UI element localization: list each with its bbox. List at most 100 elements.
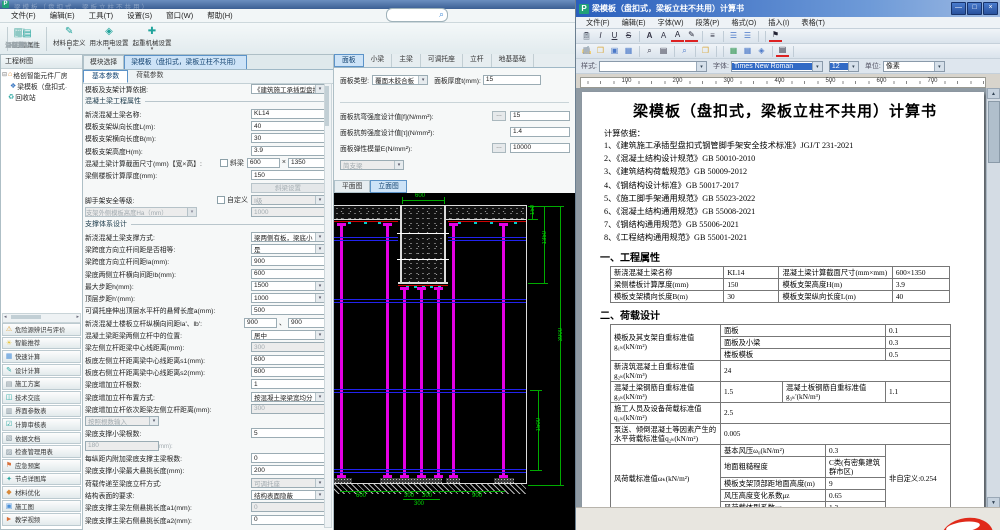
standard-toolbar-icon[interactable]: ▤	[776, 45, 789, 57]
field-input[interactable]: 0▾	[251, 515, 325, 525]
font-size-select[interactable]: 12▾	[829, 61, 859, 72]
field-checkbox[interactable]: 自定义	[217, 195, 248, 205]
menu-item[interactable]: 编辑(E)	[43, 10, 82, 21]
standard-toolbar-icon[interactable]: ⌕	[678, 45, 691, 57]
doc-menu-item[interactable]: 插入(I)	[762, 18, 795, 28]
format-toolbar-icon[interactable]: A	[657, 30, 670, 42]
standard-toolbar-icon[interactable]	[793, 46, 794, 57]
unit-select[interactable]: 像素▾	[883, 61, 945, 72]
field-input[interactable]: 40▾	[251, 121, 325, 131]
field-input[interactable]: 3.9▾	[251, 146, 325, 156]
close-button[interactable]: ×	[983, 2, 998, 15]
standard-toolbar-icon[interactable]: ❐	[699, 45, 712, 57]
tree-item[interactable]: ⊟ ⌂ 格创智能元件厂房	[1, 69, 82, 80]
cad-elevation-view[interactable]: 600 150 1350 3900 1500 600 300 300 900 3…	[334, 193, 575, 530]
format-toolbar-icon[interactable]: ☰	[741, 30, 754, 42]
component-tab[interactable]: 立杆	[463, 54, 492, 67]
format-toolbar-icon[interactable]: I	[594, 30, 607, 42]
field-input[interactable]: 300▾	[251, 404, 325, 414]
field-input[interactable]: 按照根数输入▾	[85, 416, 159, 426]
side-button[interactable]: ▦ 快速计算	[2, 350, 81, 363]
menu-item[interactable]: 帮助(H)	[200, 10, 239, 21]
format-toolbar-icon[interactable]: ≡	[706, 30, 719, 42]
scrollbar-thumb[interactable]	[11, 315, 41, 319]
field-input[interactable]: 900▾	[244, 318, 277, 328]
menu-item[interactable]: 设置(S)	[120, 10, 159, 21]
side-button[interactable]: ✎ 设计计算	[2, 364, 81, 377]
standard-toolbar-icon[interactable]: ▦	[727, 45, 740, 57]
inclined-beam-settings-button[interactable]: 斜梁设置	[251, 183, 325, 193]
document-page[interactable]: 梁模板（盘扣式，梁板立柱不共用）计算书 计算依据： 1、《建筑施工承插型盘扣式钢…	[582, 92, 984, 508]
component-tab[interactable]: 小梁	[364, 54, 393, 67]
side-button[interactable]: ⚠ 危险源辨识与评价	[2, 323, 81, 336]
tree-expander-icon[interactable]: ⊟	[1, 71, 8, 78]
module-tab[interactable]: 梁模板（盘扣式，梁板立柱不共用）	[124, 55, 247, 69]
component-tab[interactable]: 可调托座	[421, 54, 463, 67]
side-button[interactable]: ◆ 材料优化	[2, 486, 81, 499]
field-input[interactable]: 600▾	[251, 367, 325, 377]
format-toolbar-icon[interactable]: ✎	[685, 30, 698, 42]
param-tab[interactable]: 基本参数	[83, 70, 128, 83]
standard-toolbar-icon[interactable]	[695, 46, 696, 57]
view-tab[interactable]: 平面图	[334, 180, 370, 193]
format-toolbar-icon[interactable]	[639, 31, 640, 42]
standard-toolbar-icon[interactable]	[723, 46, 724, 57]
view-tab[interactable]: 立面图	[370, 180, 406, 193]
field-input[interactable]: 900▾	[251, 256, 325, 266]
elastic-modulus-input[interactable]: 10000	[510, 143, 570, 153]
field-input[interactable]: 《建筑施工承插型盘扣▾	[251, 84, 325, 94]
standard-toolbar-icon[interactable]: ▦	[622, 45, 635, 57]
side-button[interactable]: ▨ 检查管理用表	[2, 445, 81, 458]
format-toolbar-icon[interactable]	[702, 31, 703, 42]
tree-horizontal-scrollbar[interactable]: ◂ ▸	[2, 313, 81, 323]
field-input[interactable]: 500▾	[251, 305, 325, 315]
standard-toolbar-icon[interactable]	[772, 46, 773, 57]
module-tab[interactable]: 模块选择	[83, 55, 124, 69]
field-input[interactable]: 180▾	[85, 441, 159, 451]
panel-thickness-input[interactable]: 15	[483, 75, 541, 85]
toolbar-button[interactable]: ✎ 材料自定义 ▾	[53, 26, 86, 51]
menu-item[interactable]: 窗口(W)	[159, 10, 200, 21]
format-toolbar-icon[interactable]: U	[608, 30, 621, 42]
field-input[interactable]: KL14▾	[251, 109, 325, 119]
field-input[interactable]: 600▾	[247, 158, 280, 168]
side-button[interactable]: ✦ 节点详图库	[2, 473, 81, 486]
field-input[interactable]: 居中▾	[251, 330, 325, 340]
toolbar-button[interactable]: ◈ 用水用电设置 ▾	[90, 26, 129, 51]
side-button[interactable]: ☑ 计算审核表	[2, 418, 81, 431]
tree-item[interactable]: ♻ 回收站	[1, 91, 82, 102]
field-input[interactable]: 1500▾	[251, 281, 325, 291]
field-input[interactable]: 30▾	[251, 133, 325, 143]
menu-item[interactable]: 文件(F)	[4, 10, 43, 21]
standard-toolbar-icon[interactable]	[674, 46, 675, 57]
field-input-2[interactable]: 1350	[288, 158, 325, 168]
calc-mode-select[interactable]: 简支梁▾	[340, 160, 404, 170]
field-input[interactable]: 1▾	[251, 379, 325, 389]
field-input[interactable]: 300▾	[251, 342, 325, 352]
standard-toolbar-icon[interactable]: ◈	[755, 45, 768, 57]
field-input[interactable]: 0▾	[251, 453, 325, 463]
more-button[interactable]: …	[492, 111, 506, 121]
maximize-button[interactable]: □	[967, 2, 982, 15]
standard-toolbar-icon[interactable]: ▤	[657, 45, 670, 57]
field-input[interactable]: 150▾	[251, 170, 325, 180]
field-input[interactable]: 200▾	[251, 465, 325, 475]
field-input[interactable]: 600▾	[251, 269, 325, 279]
doc-menu-item[interactable]: 字体(W)	[652, 18, 690, 28]
field-input[interactable]: 是▾	[251, 244, 325, 254]
field-input[interactable]: 1000▾	[251, 293, 325, 303]
side-button[interactable]: ⚑ 应急预案	[2, 459, 81, 472]
side-button[interactable]: ▤ 施工方案	[2, 377, 81, 390]
format-toolbar-icon[interactable]	[723, 31, 724, 42]
toolbar-button[interactable]: ❏ 调取默认值	[5, 28, 38, 49]
shear-strength-input[interactable]: 1.4	[510, 127, 570, 137]
field-input[interactable]: 梁两侧有板，梁底小▾	[251, 232, 325, 242]
param-tab[interactable]: 荷载参数	[128, 70, 171, 83]
scroll-up-icon[interactable]: ▲	[987, 88, 1000, 99]
field-input[interactable]: 结构表面隐蔽▾	[251, 490, 325, 500]
standard-toolbar-icon[interactable]: ▣	[608, 45, 621, 57]
side-button[interactable]: ☀ 智能推荐	[2, 337, 81, 350]
component-tab[interactable]: 地基基础	[492, 54, 534, 67]
field-input[interactable]: 按混凝土梁梁宽均分▾	[251, 392, 325, 402]
component-tab[interactable]: 面板	[334, 54, 364, 67]
